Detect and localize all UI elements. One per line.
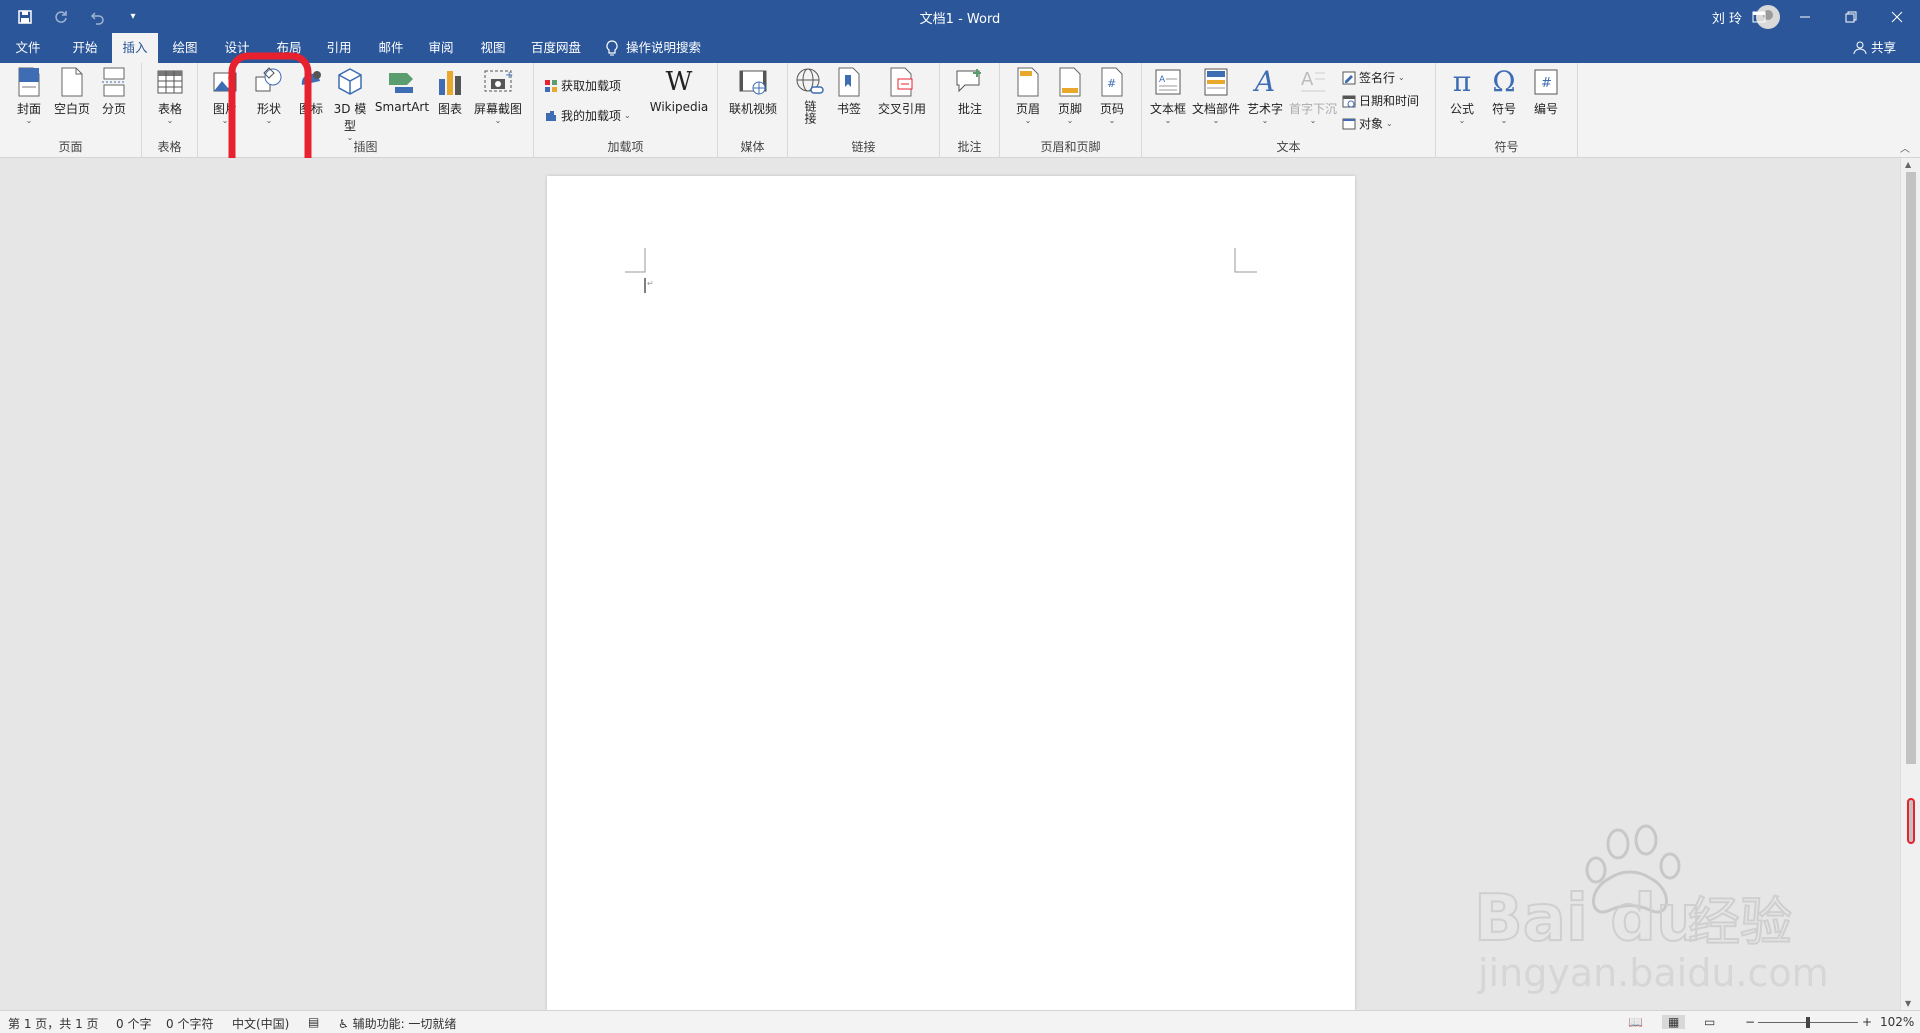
svg-text:Bai du: Bai du [1474, 882, 1702, 956]
word-count[interactable]: 0 个字 [116, 1015, 151, 1032]
zoom-slider[interactable] [1758, 1017, 1858, 1028]
macro-icon[interactable]: ▤ [308, 1015, 319, 1029]
zoom-level[interactable]: 102% [1880, 1015, 1914, 1029]
svg-text:经验: 经验 [1688, 893, 1792, 953]
read-mode-icon[interactable]: 📖 [1628, 1015, 1643, 1029]
zoom-slider-thumb[interactable] [1806, 1017, 1810, 1028]
accessibility-status[interactable]: ♿ 辅助功能: 一切就绪 [338, 1015, 456, 1032]
scroll-marker [1907, 798, 1915, 844]
print-layout-icon[interactable]: ▦ [1662, 1015, 1686, 1029]
language[interactable]: 中文(中国) [232, 1015, 289, 1032]
status-bar: 第 1 页，共 1 页 0 个字 0 个字符 中文(中国) ▤ ♿ 辅助功能: … [0, 1010, 1920, 1033]
baidu-watermark: Bai du 经验 jingyan.baidu.com [1473, 824, 1829, 995]
zoom-out-button[interactable]: − [1745, 1015, 1755, 1029]
svg-text:jingyan.baidu.com: jingyan.baidu.com [1477, 951, 1829, 995]
margin-marks: ↵ [625, 248, 1257, 293]
document-page[interactable]: ↵ [547, 176, 1355, 1010]
char-count[interactable]: 0 个字符 [166, 1015, 213, 1032]
page-count[interactable]: 第 1 页，共 1 页 [8, 1015, 99, 1032]
zoom-in-button[interactable]: + [1862, 1015, 1872, 1029]
svg-text:↵: ↵ [647, 279, 654, 288]
vertical-scrollbar[interactable]: ▲ ▼ [1900, 158, 1920, 1010]
scrollbar-thumb[interactable] [1906, 172, 1916, 764]
web-layout-icon[interactable]: ▭ [1704, 1015, 1715, 1029]
